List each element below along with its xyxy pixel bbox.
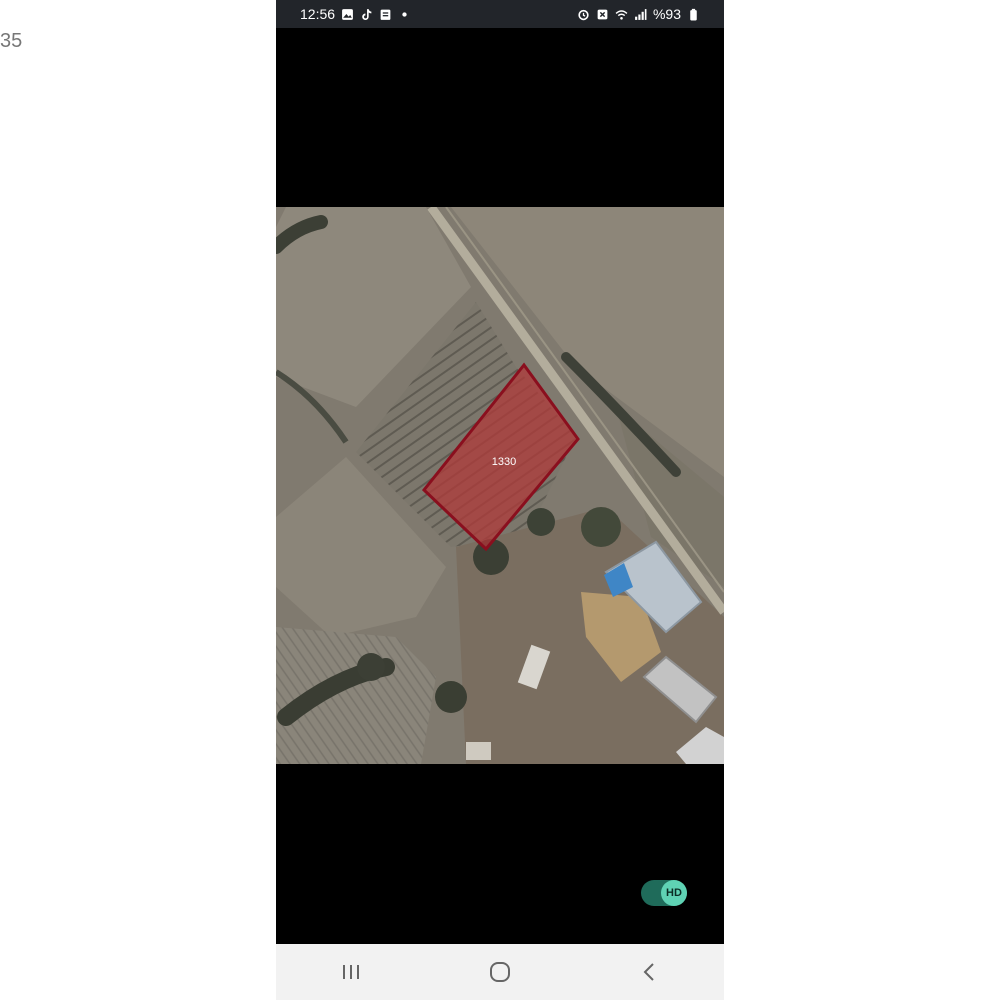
battery-percent: %93 [652,6,681,22]
battery-icon [690,8,697,20]
tree-cluster [581,507,621,547]
back-button[interactable] [619,952,679,992]
alarm-icon [578,9,589,20]
dot-icon [402,11,407,17]
status-time: 12:56 [300,6,336,22]
home-icon [489,962,510,982]
navigation-bar [276,944,724,1000]
tiktok-icon [362,8,372,20]
satellite-map[interactable]: 1330 [276,207,724,764]
tree-cluster [527,508,555,536]
status-right: %93 [577,6,700,22]
mute-icon [597,9,608,19]
tree-cluster [357,653,385,681]
recent-apps-icon [342,965,359,979]
wifi-icon [615,9,628,20]
tree-cluster [435,681,467,713]
status-left: 12:56 [300,6,411,22]
gallery-icon [342,8,353,20]
hd-toggle-knob: HD [661,880,687,906]
clipboard-icon [380,9,391,20]
signal-icon [635,8,647,20]
hd-toggle[interactable]: HD [641,880,687,906]
hd-label: HD [666,887,682,899]
back-icon [643,963,655,981]
home-button[interactable] [470,952,530,992]
status-bar: 12:56 %93 [276,0,724,28]
phone-screen: 12:56 %93 1330 HD [276,0,724,1000]
recent-apps-button[interactable] [321,952,381,992]
satellite-image: 1330 [276,207,724,764]
building-small[interactable] [466,742,491,760]
parcel-label: 1330 [492,456,516,468]
edge-text-fragment: 35 [0,30,23,52]
